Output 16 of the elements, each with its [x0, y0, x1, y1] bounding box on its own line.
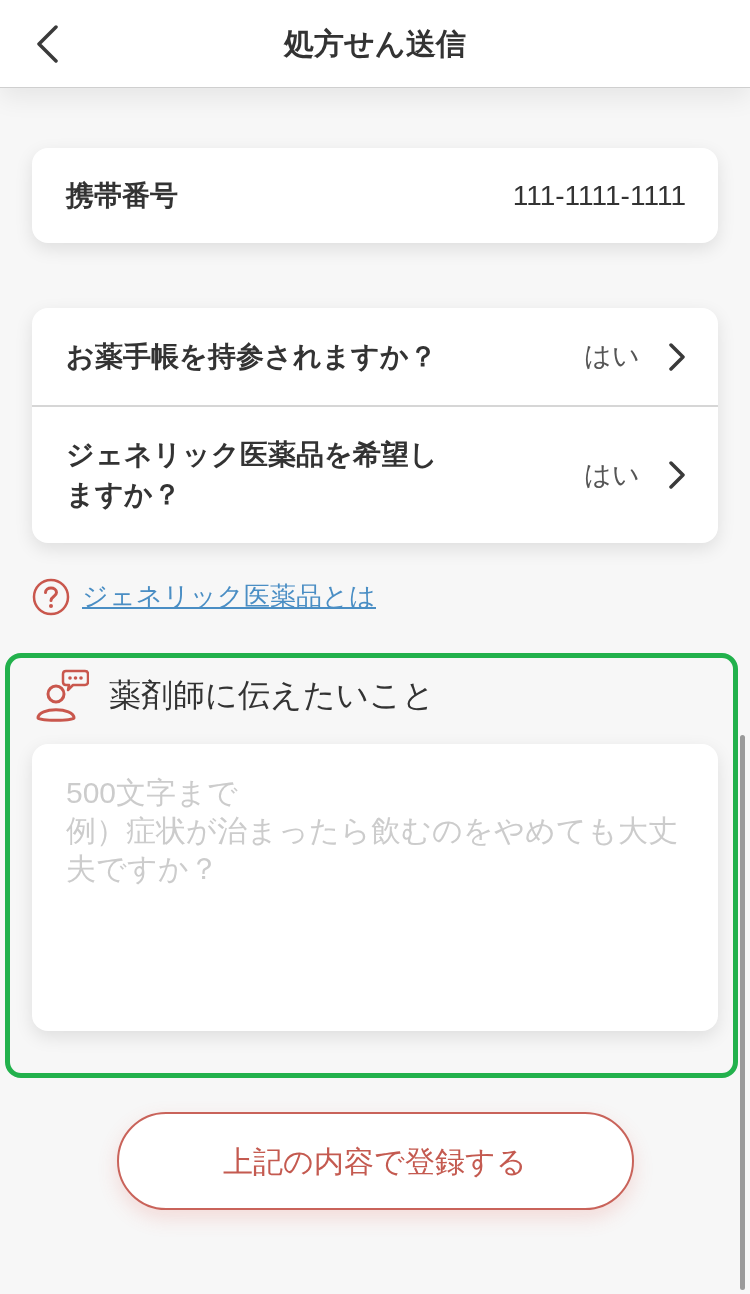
chevron-right-icon — [668, 342, 686, 371]
answer-value: はい — [584, 340, 640, 374]
phone-label: 携帯番号 — [66, 178, 178, 213]
question-row[interactable]: お薬手帳を持参されますか？ はい — [32, 308, 718, 405]
chevron-right-icon — [668, 461, 686, 489]
back-chevron-icon — [35, 25, 59, 63]
help-question-icon — [32, 577, 70, 616]
phone-number: 111-1111-1111 — [512, 178, 686, 213]
message-section-title: 薬剤師に伝えたいこと — [109, 676, 435, 715]
answer-value: はい — [584, 458, 640, 492]
screen-title: 処方せん送信 — [284, 26, 466, 62]
register-button[interactable]: 上記の内容で登録する — [116, 1112, 634, 1210]
question-label: ジェネリック医薬品を希望しますか？ — [66, 438, 439, 512]
pharmacist-message-icon — [35, 668, 89, 722]
question-label: お薬手帳を持参されますか？ — [66, 339, 438, 374]
question-row[interactable]: ジェネリック医薬品を希望しますか？ はい — [32, 405, 718, 543]
